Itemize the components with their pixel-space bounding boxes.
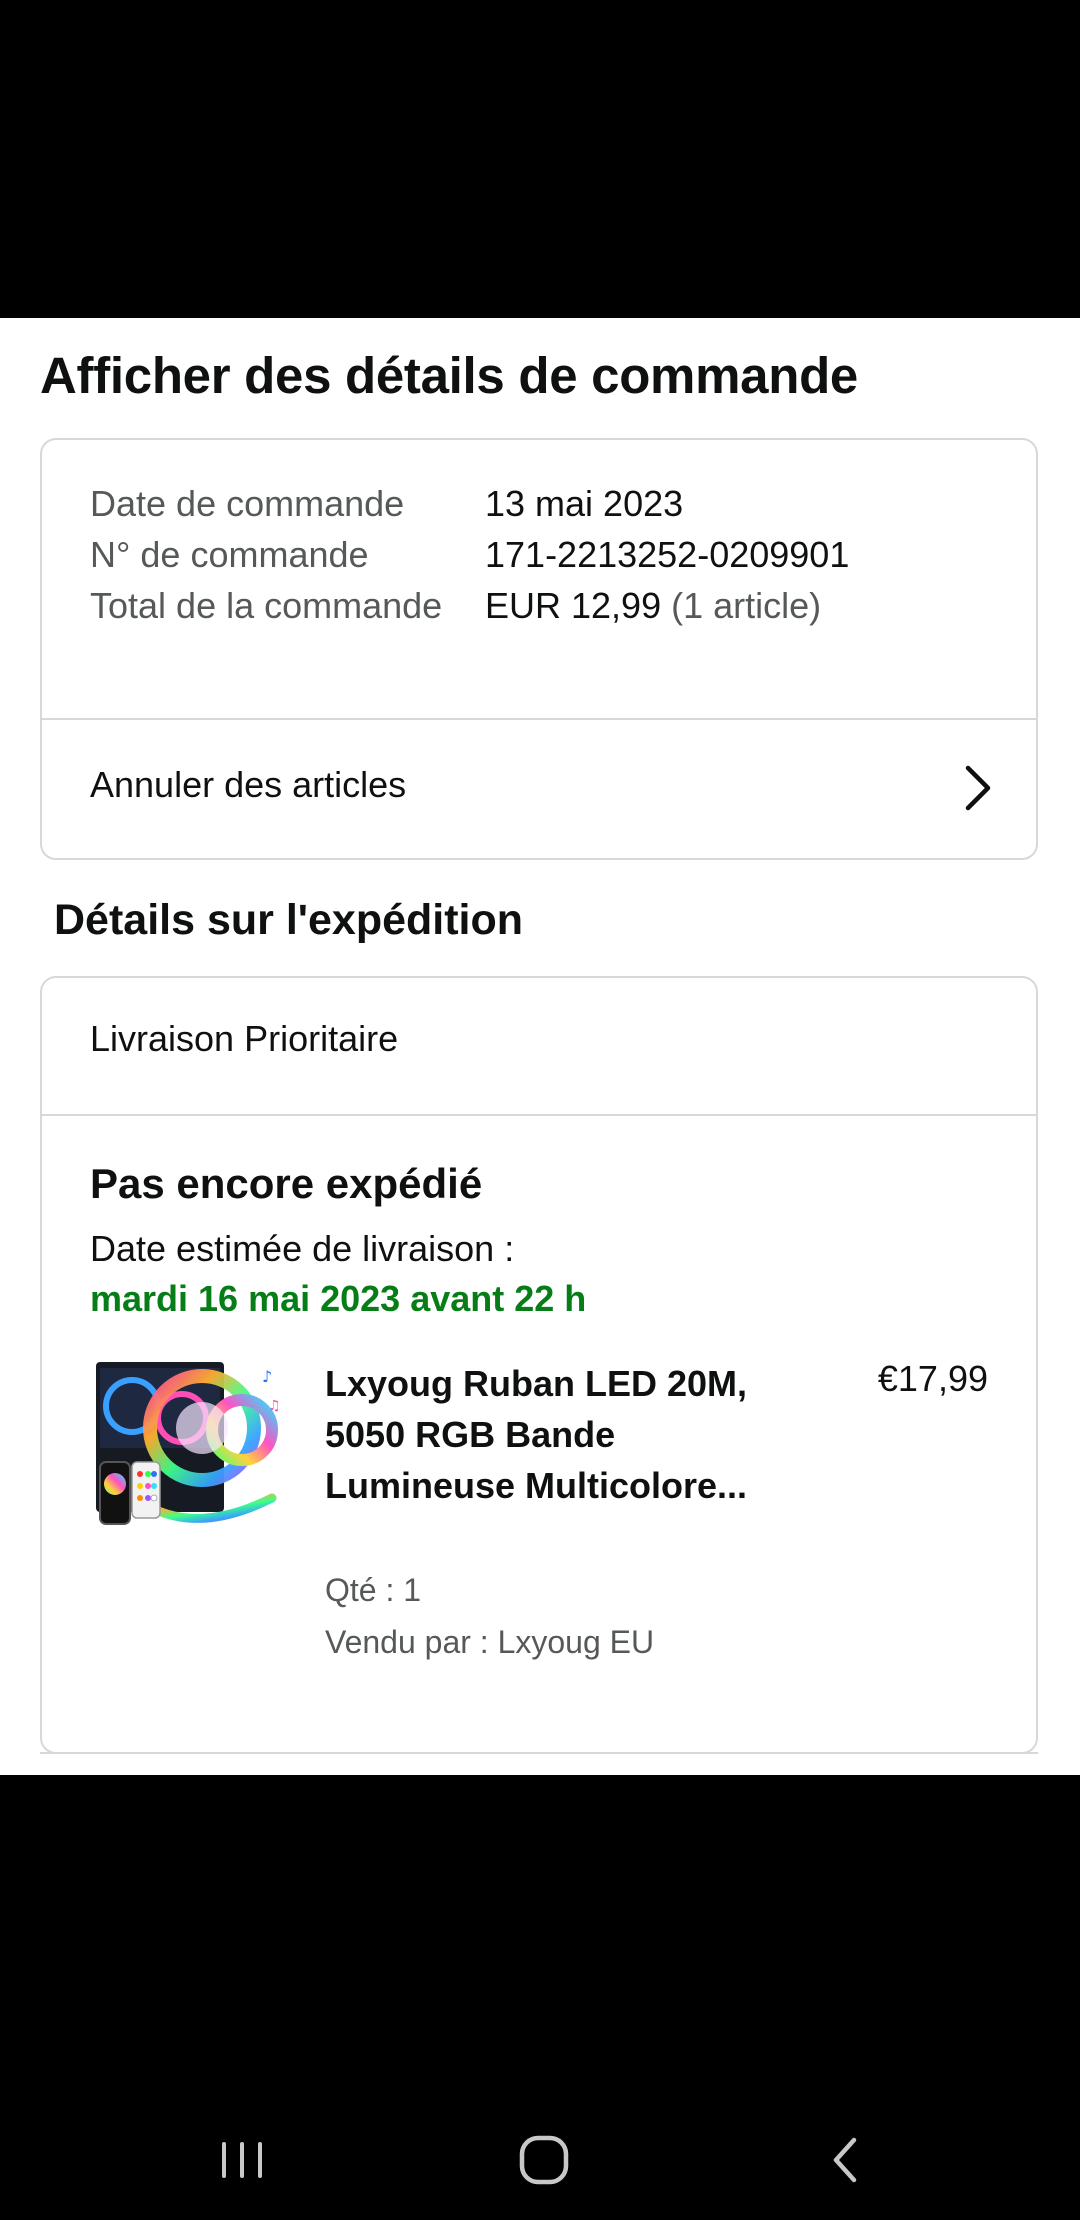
divider: [42, 1114, 1036, 1116]
order-total-row: Total de la commande EUR 12,99 (1 articl…: [90, 580, 990, 631]
product-quantity: Qté : 1: [325, 1572, 422, 1608]
back-button[interactable]: [786, 2100, 906, 2220]
svg-text:♫: ♫: [268, 1398, 281, 1414]
recent-apps-button[interactable]: [182, 2100, 302, 2220]
chevron-right-icon: [965, 765, 991, 811]
cancel-items-label: Annuler des articles: [90, 764, 407, 805]
shipment-card: Livraison Prioritaire Pas encore expédié…: [40, 976, 1038, 1754]
order-date-label: Date de commande: [90, 483, 405, 524]
svg-text:♪: ♪: [262, 1367, 272, 1386]
home-button[interactable]: [484, 2100, 604, 2220]
divider: [40, 1752, 1038, 1754]
home-icon: [519, 2135, 569, 2185]
shipping-section-title: Détails sur l'expédition: [54, 896, 524, 944]
order-total-value-wrap: EUR 12,99 (1 article): [485, 580, 821, 631]
product-price: €17,99: [877, 1358, 988, 1399]
shipment-status: Pas encore expédié: [90, 1160, 483, 1207]
order-number-label: N° de commande: [90, 534, 369, 575]
order-summary-card: Date de commande 13 mai 2023 N° de comma…: [40, 438, 1038, 860]
order-date-row: Date de commande 13 mai 2023: [90, 478, 990, 529]
system-navigation-bar: [0, 2100, 1080, 2220]
product-title[interactable]: Lxyoug Ruban LED 20M, 5050 RGB Bande Lum…: [325, 1358, 805, 1511]
product-seller: Vendu par : Lxyoug EU: [325, 1624, 655, 1660]
order-details-page: Afficher des détails de commande Date de…: [0, 318, 1080, 1775]
cancel-items-button[interactable]: Annuler des articles: [42, 720, 1036, 858]
screen: Afficher des détails de commande Date de…: [0, 0, 1080, 2220]
order-number-value: 171-2213252-0209901: [485, 534, 850, 575]
order-total-value: EUR 12,99: [485, 585, 662, 626]
back-icon: [833, 2137, 857, 2183]
order-number-row: N° de commande 171-2213252-0209901: [90, 529, 990, 580]
shipping-method: Livraison Prioritaire: [90, 1018, 399, 1059]
order-total-label: Total de la commande: [90, 585, 443, 626]
recent-apps-icon: [222, 2142, 262, 2178]
delivery-estimate-label: Date estimée de livraison :: [90, 1228, 515, 1269]
led-strip-product-image[interactable]: ♪ ♫: [92, 1358, 284, 1558]
order-date-value: 13 mai 2023: [485, 483, 684, 524]
order-info-grid: Date de commande 13 mai 2023 N° de comma…: [90, 478, 990, 631]
delivery-estimate-date: mardi 16 mai 2023 avant 22 h: [90, 1278, 587, 1319]
order-item-count: (1 article): [671, 585, 822, 626]
page-title: Afficher des détails de commande: [40, 347, 858, 404]
